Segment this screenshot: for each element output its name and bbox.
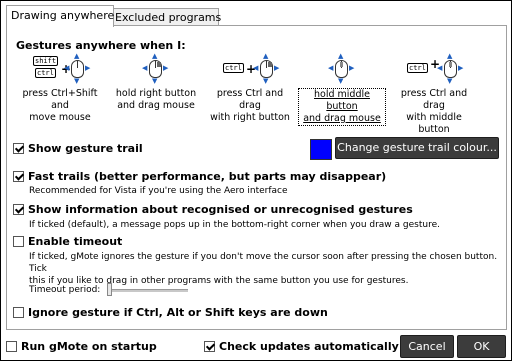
tab-drawing-anywhere[interactable]: Drawing anywhere — [6, 5, 114, 27]
timeout-period-label: Timeout period: — [29, 285, 101, 295]
gesture-option-label-selected: hold middle button and drag mouse — [298, 88, 386, 126]
fast-trails-label: Fast trails (better performance, but par… — [28, 170, 387, 183]
ctrl-key-icon: ctrl — [223, 63, 244, 73]
fast-trails-description: Recommended for Vista if you're using th… — [29, 186, 288, 196]
change-trail-colour-button[interactable]: Change gesture trail colour... — [335, 137, 499, 159]
show-info-label: Show information about recognised or unr… — [28, 203, 413, 216]
gesture-option-ctrl-middle[interactable]: ctrl + ▲ ◀ ▶ ▼ press Ctrl and drag with m… — [390, 52, 478, 136]
timeout-description: If ticked, gMote ignores the gesture if … — [29, 252, 498, 286]
mouse-icon — [71, 60, 84, 78]
ok-button[interactable]: OK — [457, 335, 506, 358]
gesture-option-label: press Ctrl+Shift and move mouse — [22, 88, 98, 123]
mouse-middle-button-icon: ▲ ◀ ▶ ▼ — [328, 52, 355, 85]
enable-timeout-row[interactable]: Enable timeout — [13, 235, 122, 248]
trail-colour-swatch — [310, 139, 332, 160]
enable-timeout-checkbox[interactable] — [13, 236, 24, 247]
fast-trails-checkbox[interactable] — [13, 171, 24, 182]
gesture-option-ctrl-shift[interactable]: shift ctrl + ▲ ◀ ▶ ▼ press Ctrl+Shift an… — [16, 52, 104, 124]
gesture-options: shift ctrl + ▲ ◀ ▶ ▼ press Ctrl+Shift an… — [16, 52, 496, 138]
run-on-startup-row[interactable]: Run gMote on startup — [6, 340, 157, 353]
ctrl-mouse-middle-icon: ctrl + ▲ ◀ ▶ ▼ — [407, 52, 464, 85]
show-gesture-trail-label: Show gesture trail — [28, 142, 143, 155]
ignore-keys-checkbox[interactable] — [13, 307, 24, 318]
ctrl-key-icon: ctrl — [35, 68, 56, 78]
enable-timeout-label: Enable timeout — [28, 235, 123, 248]
ctrl-key-icon: ctrl — [407, 63, 428, 73]
ignore-keys-row[interactable]: Ignore gesture if Ctrl, Alt or Shift key… — [13, 306, 328, 319]
show-info-row[interactable]: Show information about recognised or unr… — [13, 203, 413, 216]
gesture-option-label: press Ctrl and drag with right button — [210, 88, 290, 123]
mouse-right-button-icon: ▲ ◀ ▶ ▼ — [142, 52, 169, 85]
show-info-checkbox[interactable] — [13, 204, 24, 215]
cancel-button[interactable]: Cancel — [400, 335, 454, 358]
keyboard-mouse-icon: shift ctrl + ▲ ◀ ▶ ▼ — [33, 52, 91, 85]
show-info-description: If ticked (default), a message pops up i… — [29, 220, 440, 230]
ignore-keys-label: Ignore gesture if Ctrl, Alt or Shift key… — [28, 306, 328, 319]
ctrl-mouse-right-icon: ctrl + ▲ ◀ ▶ ▼ — [223, 52, 280, 85]
gesture-option-right-button[interactable]: ▲ ◀ ▶ ▼ hold right button and drag mouse — [112, 52, 200, 112]
timeout-slider-track[interactable] — [110, 289, 188, 292]
tab-excluded-programs[interactable]: Excluded programs — [110, 8, 221, 26]
timeout-slider-thumb[interactable] — [107, 283, 112, 296]
check-updates-label: Check updates automatically — [219, 340, 399, 353]
show-gesture-trail-checkbox[interactable] — [13, 143, 24, 154]
gesture-option-label: press Ctrl and drag with middle button — [400, 88, 468, 135]
gesture-option-middle-button[interactable]: ▲ ◀ ▶ ▼ hold middle button and drag mouse — [298, 52, 386, 126]
settings-panel: Gestures anywhere when I: shift ctrl + ▲… — [6, 25, 507, 330]
shift-key-icon: shift — [33, 56, 59, 66]
gestures-heading: Gestures anywhere when I: — [16, 39, 186, 52]
gesture-option-ctrl-right[interactable]: ctrl + ▲ ◀ ▶ ▼ press Ctrl and drag with r… — [206, 52, 294, 124]
run-on-startup-checkbox[interactable] — [6, 341, 17, 352]
run-on-startup-label: Run gMote on startup — [21, 340, 157, 353]
show-gesture-trail-row[interactable]: Show gesture trail — [13, 142, 143, 155]
fast-trails-row[interactable]: Fast trails (better performance, but par… — [13, 170, 386, 183]
gesture-option-label: hold right button and drag mouse — [115, 88, 197, 111]
check-updates-row[interactable]: Check updates automatically — [204, 340, 399, 353]
check-updates-checkbox[interactable] — [204, 341, 215, 352]
